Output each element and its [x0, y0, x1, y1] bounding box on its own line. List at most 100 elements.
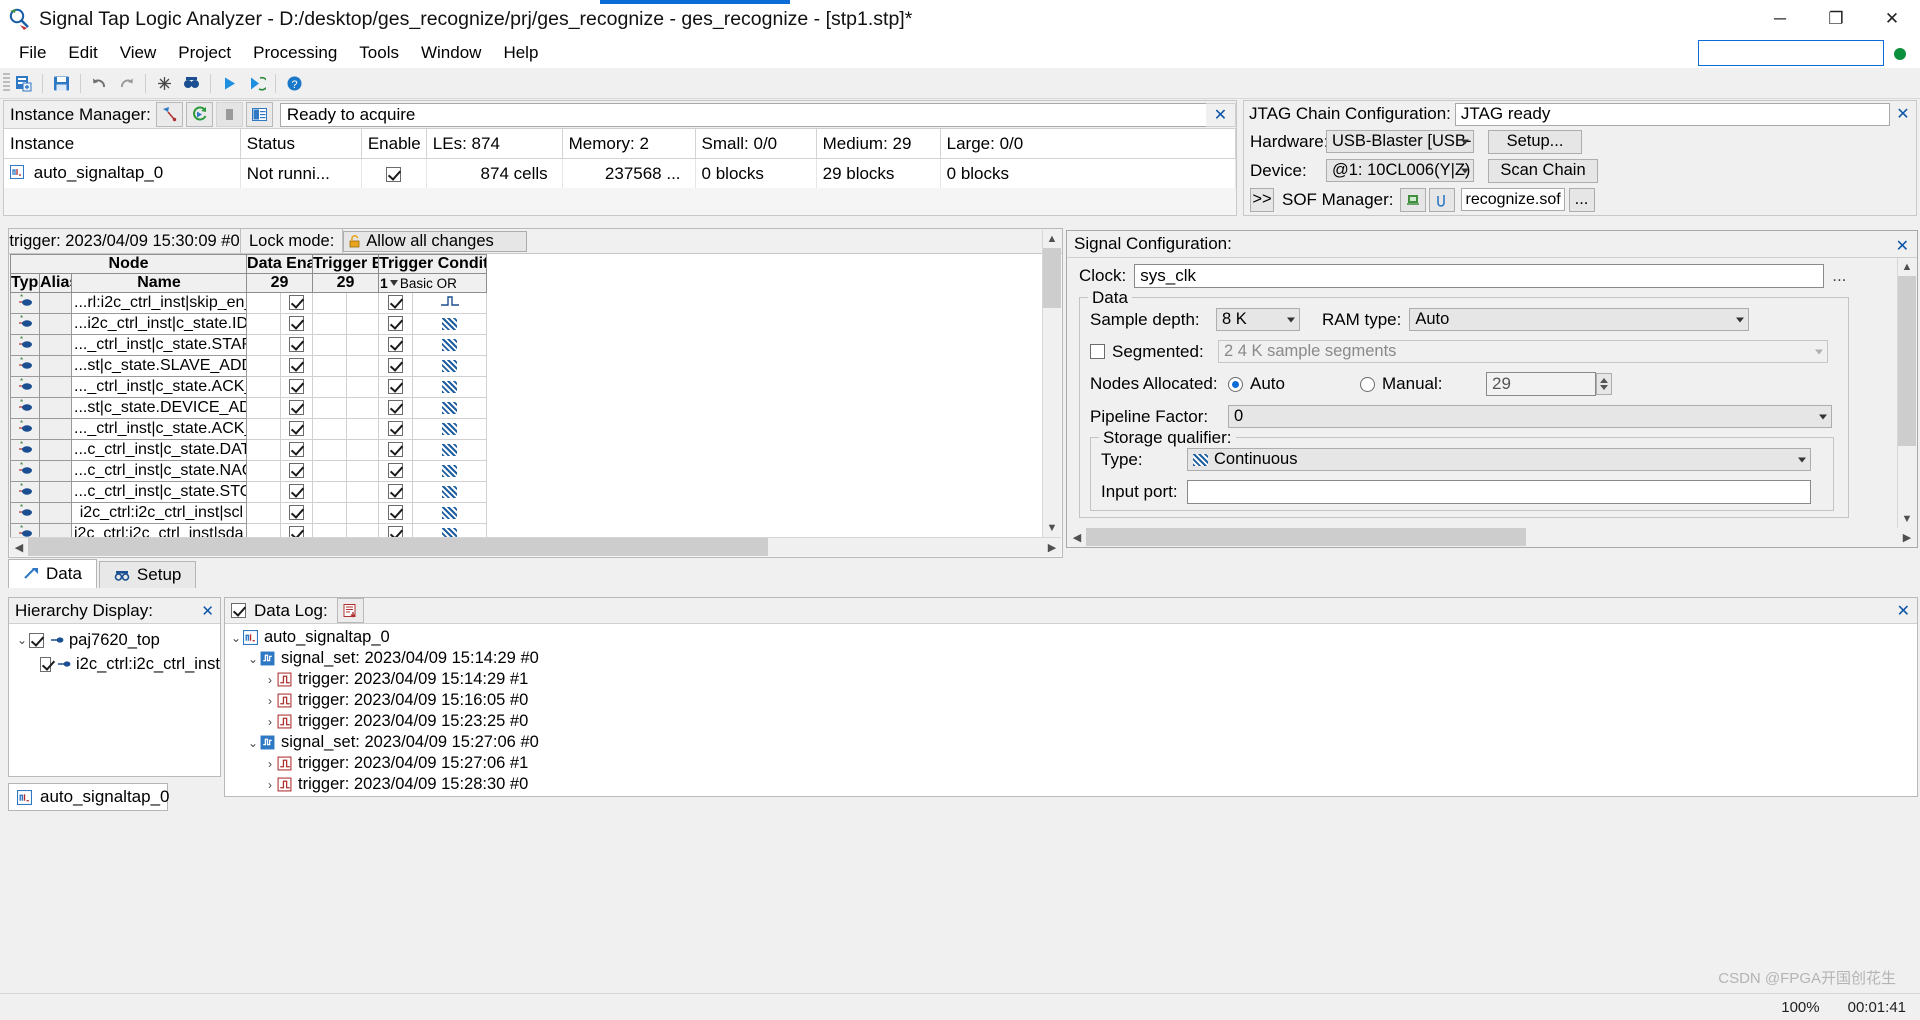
undo-icon[interactable]: [87, 71, 112, 96]
trigger-condition-cell[interactable]: [412, 292, 488, 314]
trigger-enable-checkbox[interactable]: [388, 463, 404, 479]
chevron-down-icon[interactable]: ⌄: [246, 652, 260, 666]
trigger-enable-checkbox-cell[interactable]: [378, 418, 414, 440]
autorun-icon[interactable]: [244, 71, 269, 96]
node-name-cell[interactable]: ...c_ctrl_inst|c_state.DATA: [70, 439, 248, 461]
node-name-cell[interactable]: i2c_ctrl:i2c_ctrl_inst|scl: [70, 502, 248, 524]
expand-button[interactable]: >>: [1250, 187, 1274, 212]
trigger-condition-selector[interactable]: 1 Basic OR: [378, 273, 488, 293]
menu-window[interactable]: Window: [410, 40, 492, 66]
chevron-right-icon[interactable]: ›: [263, 757, 277, 771]
trigger-condition-cell[interactable]: [412, 502, 488, 524]
help-icon[interactable]: ?: [282, 71, 307, 96]
col-data-enable[interactable]: Data Enable: [246, 254, 314, 274]
close-icon[interactable]: ✕: [1896, 236, 1909, 256]
chevron-down-icon[interactable]: [389, 280, 400, 286]
cell-instance[interactable]: auto_signaltap_0: [4, 158, 241, 188]
setup-button[interactable]: Setup...: [1488, 129, 1582, 154]
close-icon[interactable]: ✕: [1890, 104, 1916, 124]
hierarchy-checkbox[interactable]: [39, 656, 52, 672]
data-enable-checkbox[interactable]: [289, 379, 305, 395]
node-name-cell[interactable]: ...c_ctrl_inst|c_state.NACK: [70, 460, 248, 482]
data-enable-checkbox-cell[interactable]: [280, 481, 314, 503]
col-small[interactable]: Small: 0/0: [695, 129, 817, 159]
trigger-condition-cell[interactable]: [412, 376, 488, 398]
scroll-right-icon[interactable]: ▶: [1898, 528, 1916, 546]
trigger-enable-checkbox-cell[interactable]: [378, 355, 414, 377]
data-enable-checkbox-cell[interactable]: [280, 523, 314, 538]
storage-type-select[interactable]: Continuous: [1187, 448, 1811, 471]
trigger-enable-checkbox[interactable]: [388, 505, 404, 521]
data-enable-checkbox-cell[interactable]: [280, 292, 314, 314]
lock-mode-select[interactable]: Allow all changes: [343, 230, 528, 252]
find-icon[interactable]: [179, 71, 204, 96]
col-memory[interactable]: Memory: 2: [562, 129, 696, 159]
clock-browse-button[interactable]: ...: [1832, 266, 1846, 286]
data-enable-checkbox[interactable]: [289, 400, 305, 416]
data-log-icon[interactable]: [336, 598, 364, 623]
table-row[interactable]: * ...i2c_ctrl_inst|c_state.IDLE: [10, 313, 488, 335]
data-log-item[interactable]: › trigger: 2023/04/09 15:27:06 #1: [225, 753, 1917, 774]
report-icon[interactable]: [245, 102, 273, 127]
data-enable-checkbox-cell[interactable]: [280, 355, 314, 377]
hierarchy-item[interactable]: ⌄ paj7620_top: [9, 628, 220, 652]
trigger-enable-checkbox-cell[interactable]: [378, 439, 414, 461]
data-enable-checkbox[interactable]: [289, 442, 305, 458]
table-row[interactable]: * i2c_ctrl:i2c_ctrl_inst|scl: [10, 502, 488, 524]
node-name-cell[interactable]: ...c_ctrl_inst|c_state.STOP: [70, 481, 248, 503]
col-status[interactable]: Status: [240, 129, 362, 159]
table-row[interactable]: * ...rl:i2c_ctrl_inst|skip_en_6: [10, 292, 488, 314]
data-log-item[interactable]: ⌄ auto_signaltap_0: [225, 627, 1917, 648]
input-port-input[interactable]: [1187, 480, 1811, 504]
menu-view[interactable]: View: [109, 40, 168, 66]
col-instance[interactable]: Instance: [4, 129, 241, 159]
run-analysis-icon[interactable]: [217, 71, 242, 96]
scroll-down-icon[interactable]: ▼: [1043, 519, 1061, 537]
trigger-enable-checkbox-cell[interactable]: [378, 292, 414, 314]
close-button[interactable]: ✕: [1864, 0, 1920, 38]
scroll-thumb[interactable]: [28, 538, 768, 556]
node-alias-cell[interactable]: [39, 418, 72, 440]
scroll-down-icon[interactable]: ▼: [1898, 510, 1916, 528]
trigger-enable-checkbox-cell[interactable]: [378, 313, 414, 335]
table-row[interactable]: auto_signaltap_0 Not runni... 874 cells …: [4, 158, 1237, 188]
nodes-manual-stepper[interactable]: [1596, 373, 1612, 395]
data-enable-checkbox-cell[interactable]: [280, 376, 314, 398]
nodes-manual-radio[interactable]: [1360, 376, 1375, 392]
data-enable-checkbox-cell[interactable]: [280, 418, 314, 440]
col-trigger-enable[interactable]: Trigger Enable: [312, 254, 380, 274]
node-name-cell[interactable]: i2c_ctrl:i2c_ctrl_inst|sda: [70, 523, 248, 538]
table-row[interactable]: * i2c_ctrl:i2c_ctrl_inst|sda: [10, 523, 488, 538]
stop-icon[interactable]: [152, 71, 177, 96]
col-alias[interactable]: Alias: [39, 273, 72, 293]
trigger-enable-checkbox[interactable]: [388, 358, 404, 374]
trigger-condition-cell[interactable]: [412, 313, 488, 335]
trigger-condition-cell[interactable]: [412, 334, 488, 356]
hardware-select[interactable]: USB-Blaster [USB-: [1326, 130, 1474, 153]
data-log-item[interactable]: ⌄ signal_set: 2023/04/09 15:27:06 #0: [225, 732, 1917, 753]
node-alias-cell[interactable]: [39, 334, 72, 356]
trigger-enable-checkbox-cell[interactable]: [378, 481, 414, 503]
program-device-icon[interactable]: [1399, 187, 1426, 212]
node-alias-cell[interactable]: [39, 355, 72, 377]
chevron-down-icon[interactable]: ⌄: [246, 736, 260, 750]
scroll-left-icon[interactable]: ◀: [1068, 528, 1086, 546]
node-horizontal-scrollbar[interactable]: ◀ ▶: [10, 537, 1061, 556]
node-name-cell[interactable]: ...st|c_state.DEVICE_ADDR: [70, 397, 248, 419]
col-les[interactable]: LEs: 874: [426, 129, 563, 159]
trigger-enable-checkbox[interactable]: [388, 316, 404, 332]
trigger-condition-cell[interactable]: [412, 439, 488, 461]
col-large[interactable]: Large: 0/0: [940, 129, 1237, 159]
trigger-condition-cell[interactable]: [412, 523, 488, 538]
data-log-checkbox[interactable]: [231, 603, 246, 618]
data-enable-checkbox-cell[interactable]: [280, 502, 314, 524]
node-name-cell[interactable]: ..._ctrl_inst|c_state.START: [70, 334, 248, 356]
node-alias-cell[interactable]: [39, 481, 72, 503]
table-row[interactable]: * ..._ctrl_inst|c_state.ACK_1: [10, 376, 488, 398]
hscroll-track[interactable]: [28, 538, 1043, 556]
run-analysis-icon[interactable]: [155, 102, 183, 127]
scroll-thumb[interactable]: [1043, 248, 1061, 308]
node-name-cell[interactable]: ...i2c_ctrl_inst|c_state.IDLE: [70, 313, 248, 335]
node-name-cell[interactable]: ...st|c_state.SLAVE_ADDR: [70, 355, 248, 377]
data-log-item[interactable]: › trigger: 2023/04/09 15:23:25 #0: [225, 711, 1917, 732]
